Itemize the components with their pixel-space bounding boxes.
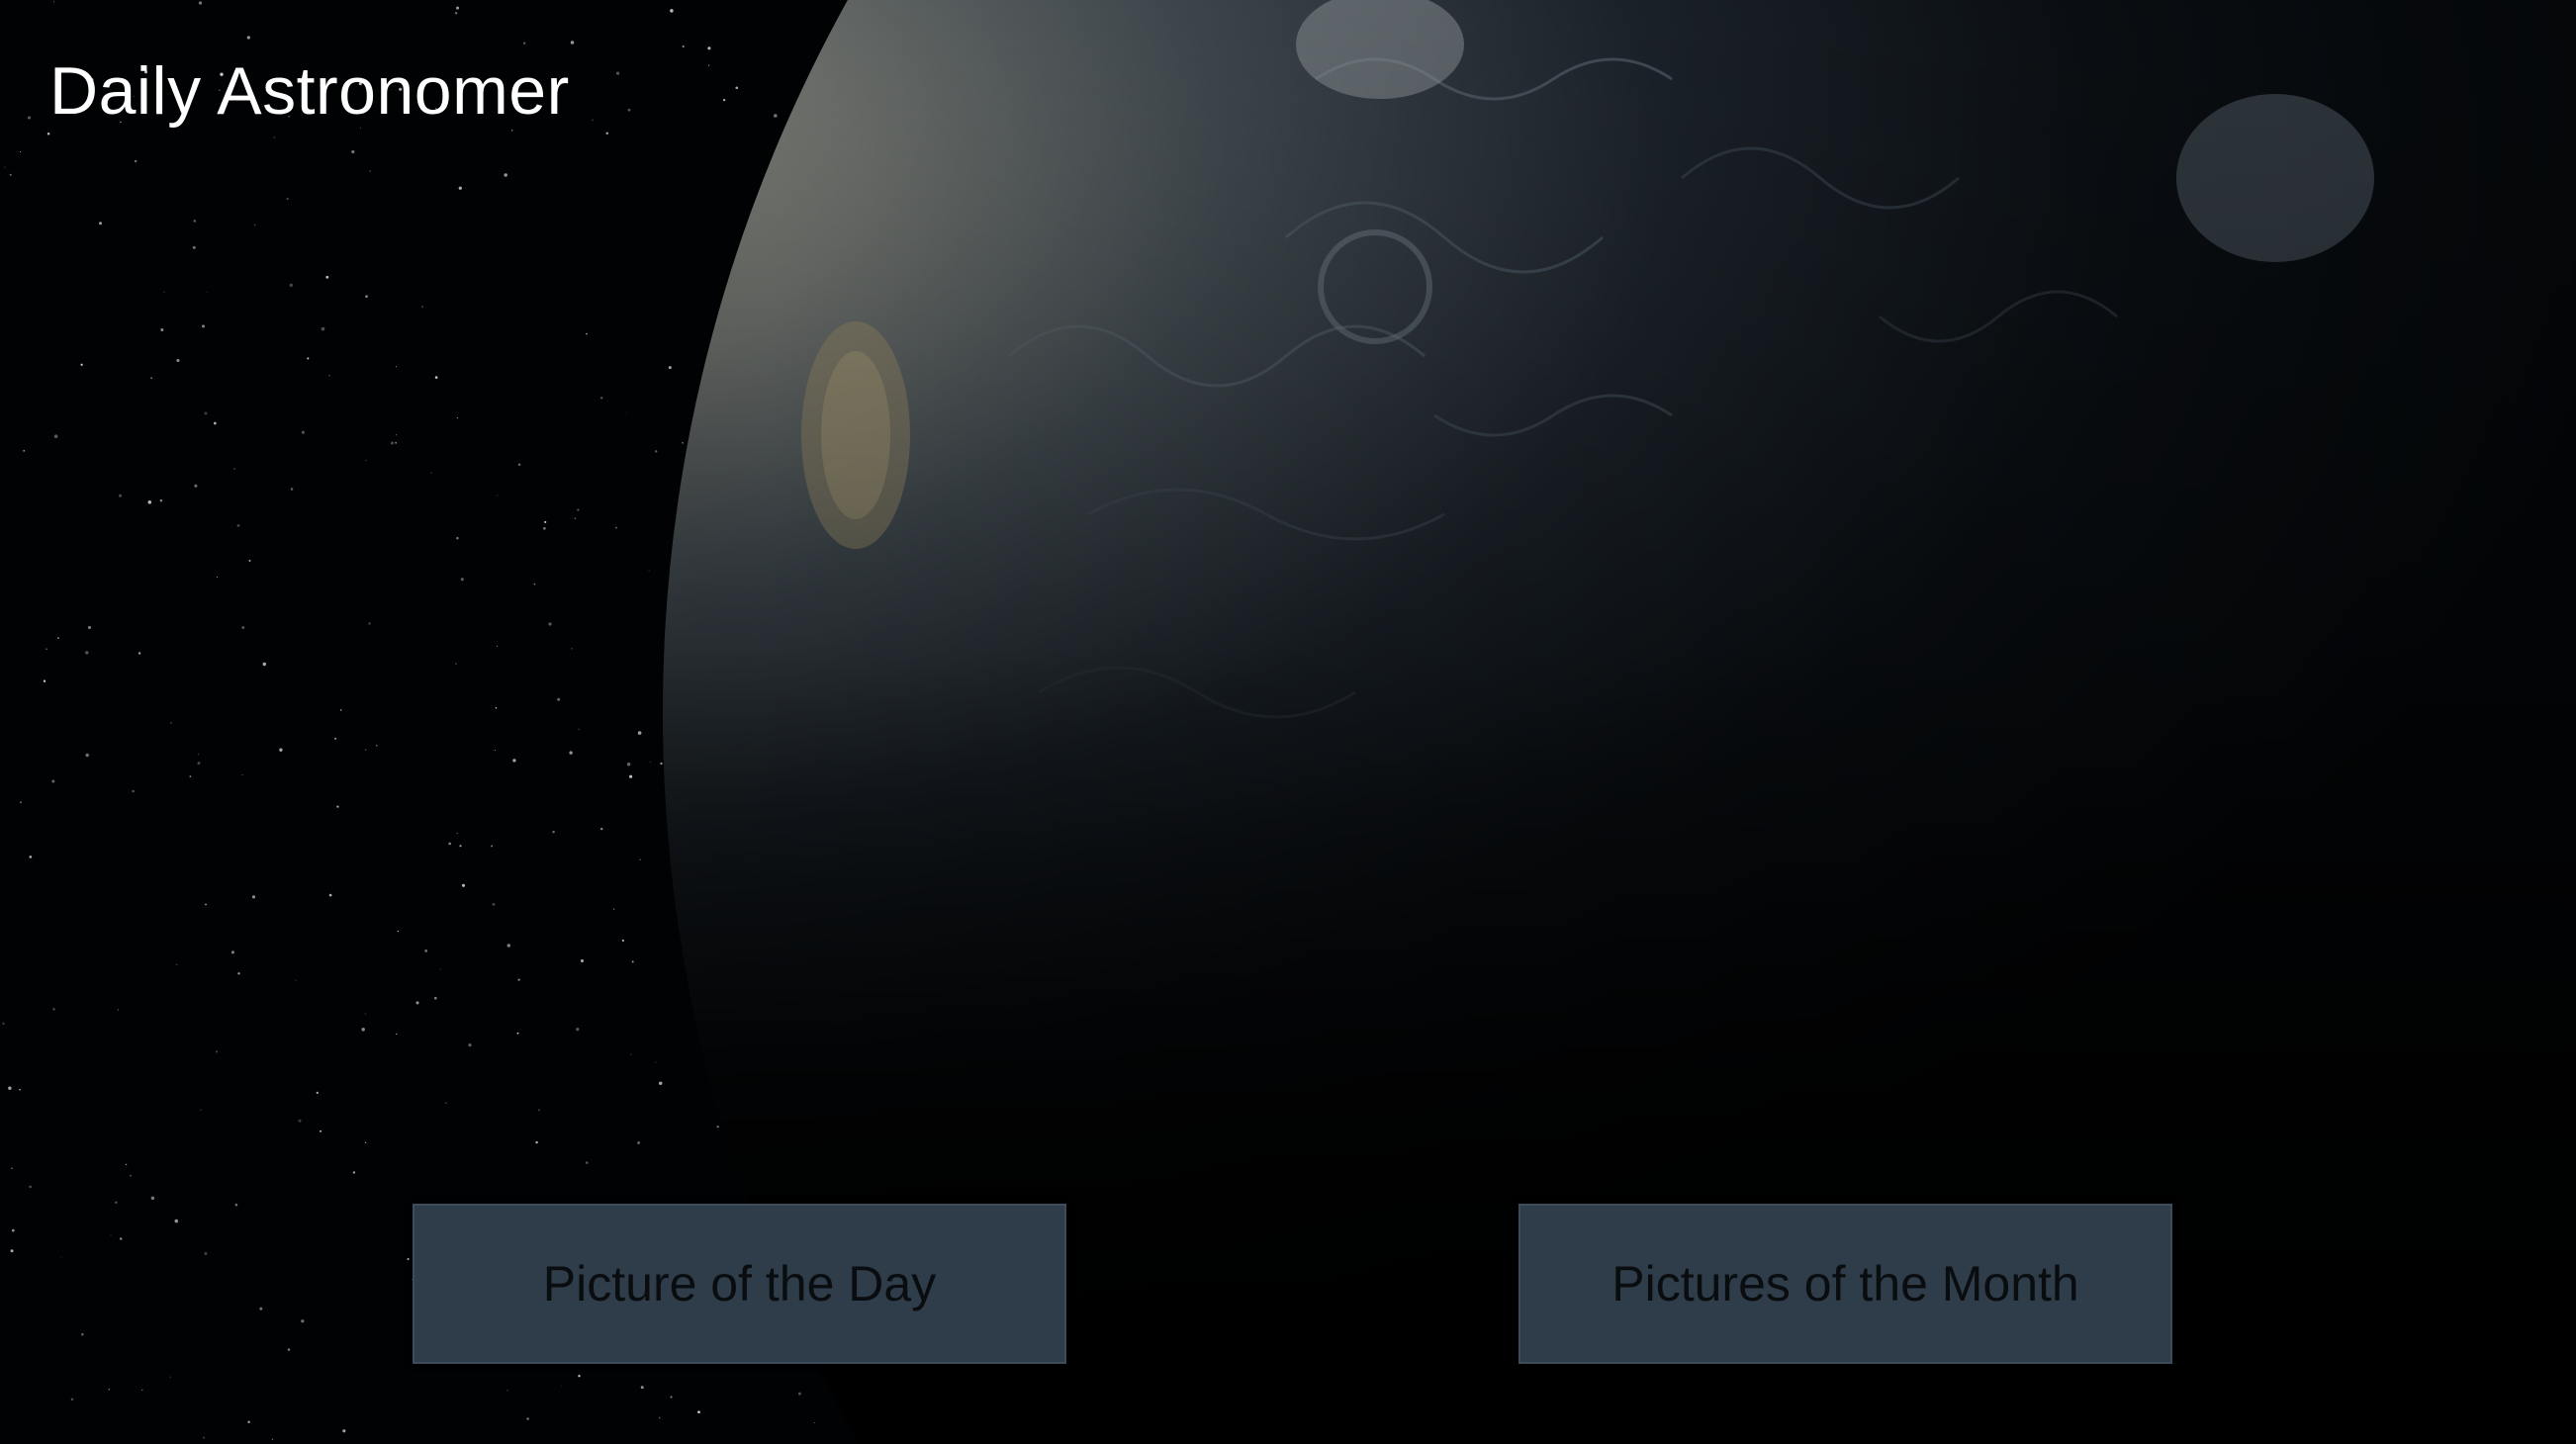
- pictures-of-the-month-button[interactable]: Pictures of the Month: [1518, 1204, 2172, 1364]
- jupiter-planet-image: [663, 0, 2576, 1444]
- app-title: Daily Astronomer: [49, 53, 570, 129]
- picture-of-the-day-button[interactable]: Picture of the Day: [413, 1204, 1066, 1364]
- app-screen: Daily Astronomer Picture of the Day Pict…: [0, 0, 2576, 1444]
